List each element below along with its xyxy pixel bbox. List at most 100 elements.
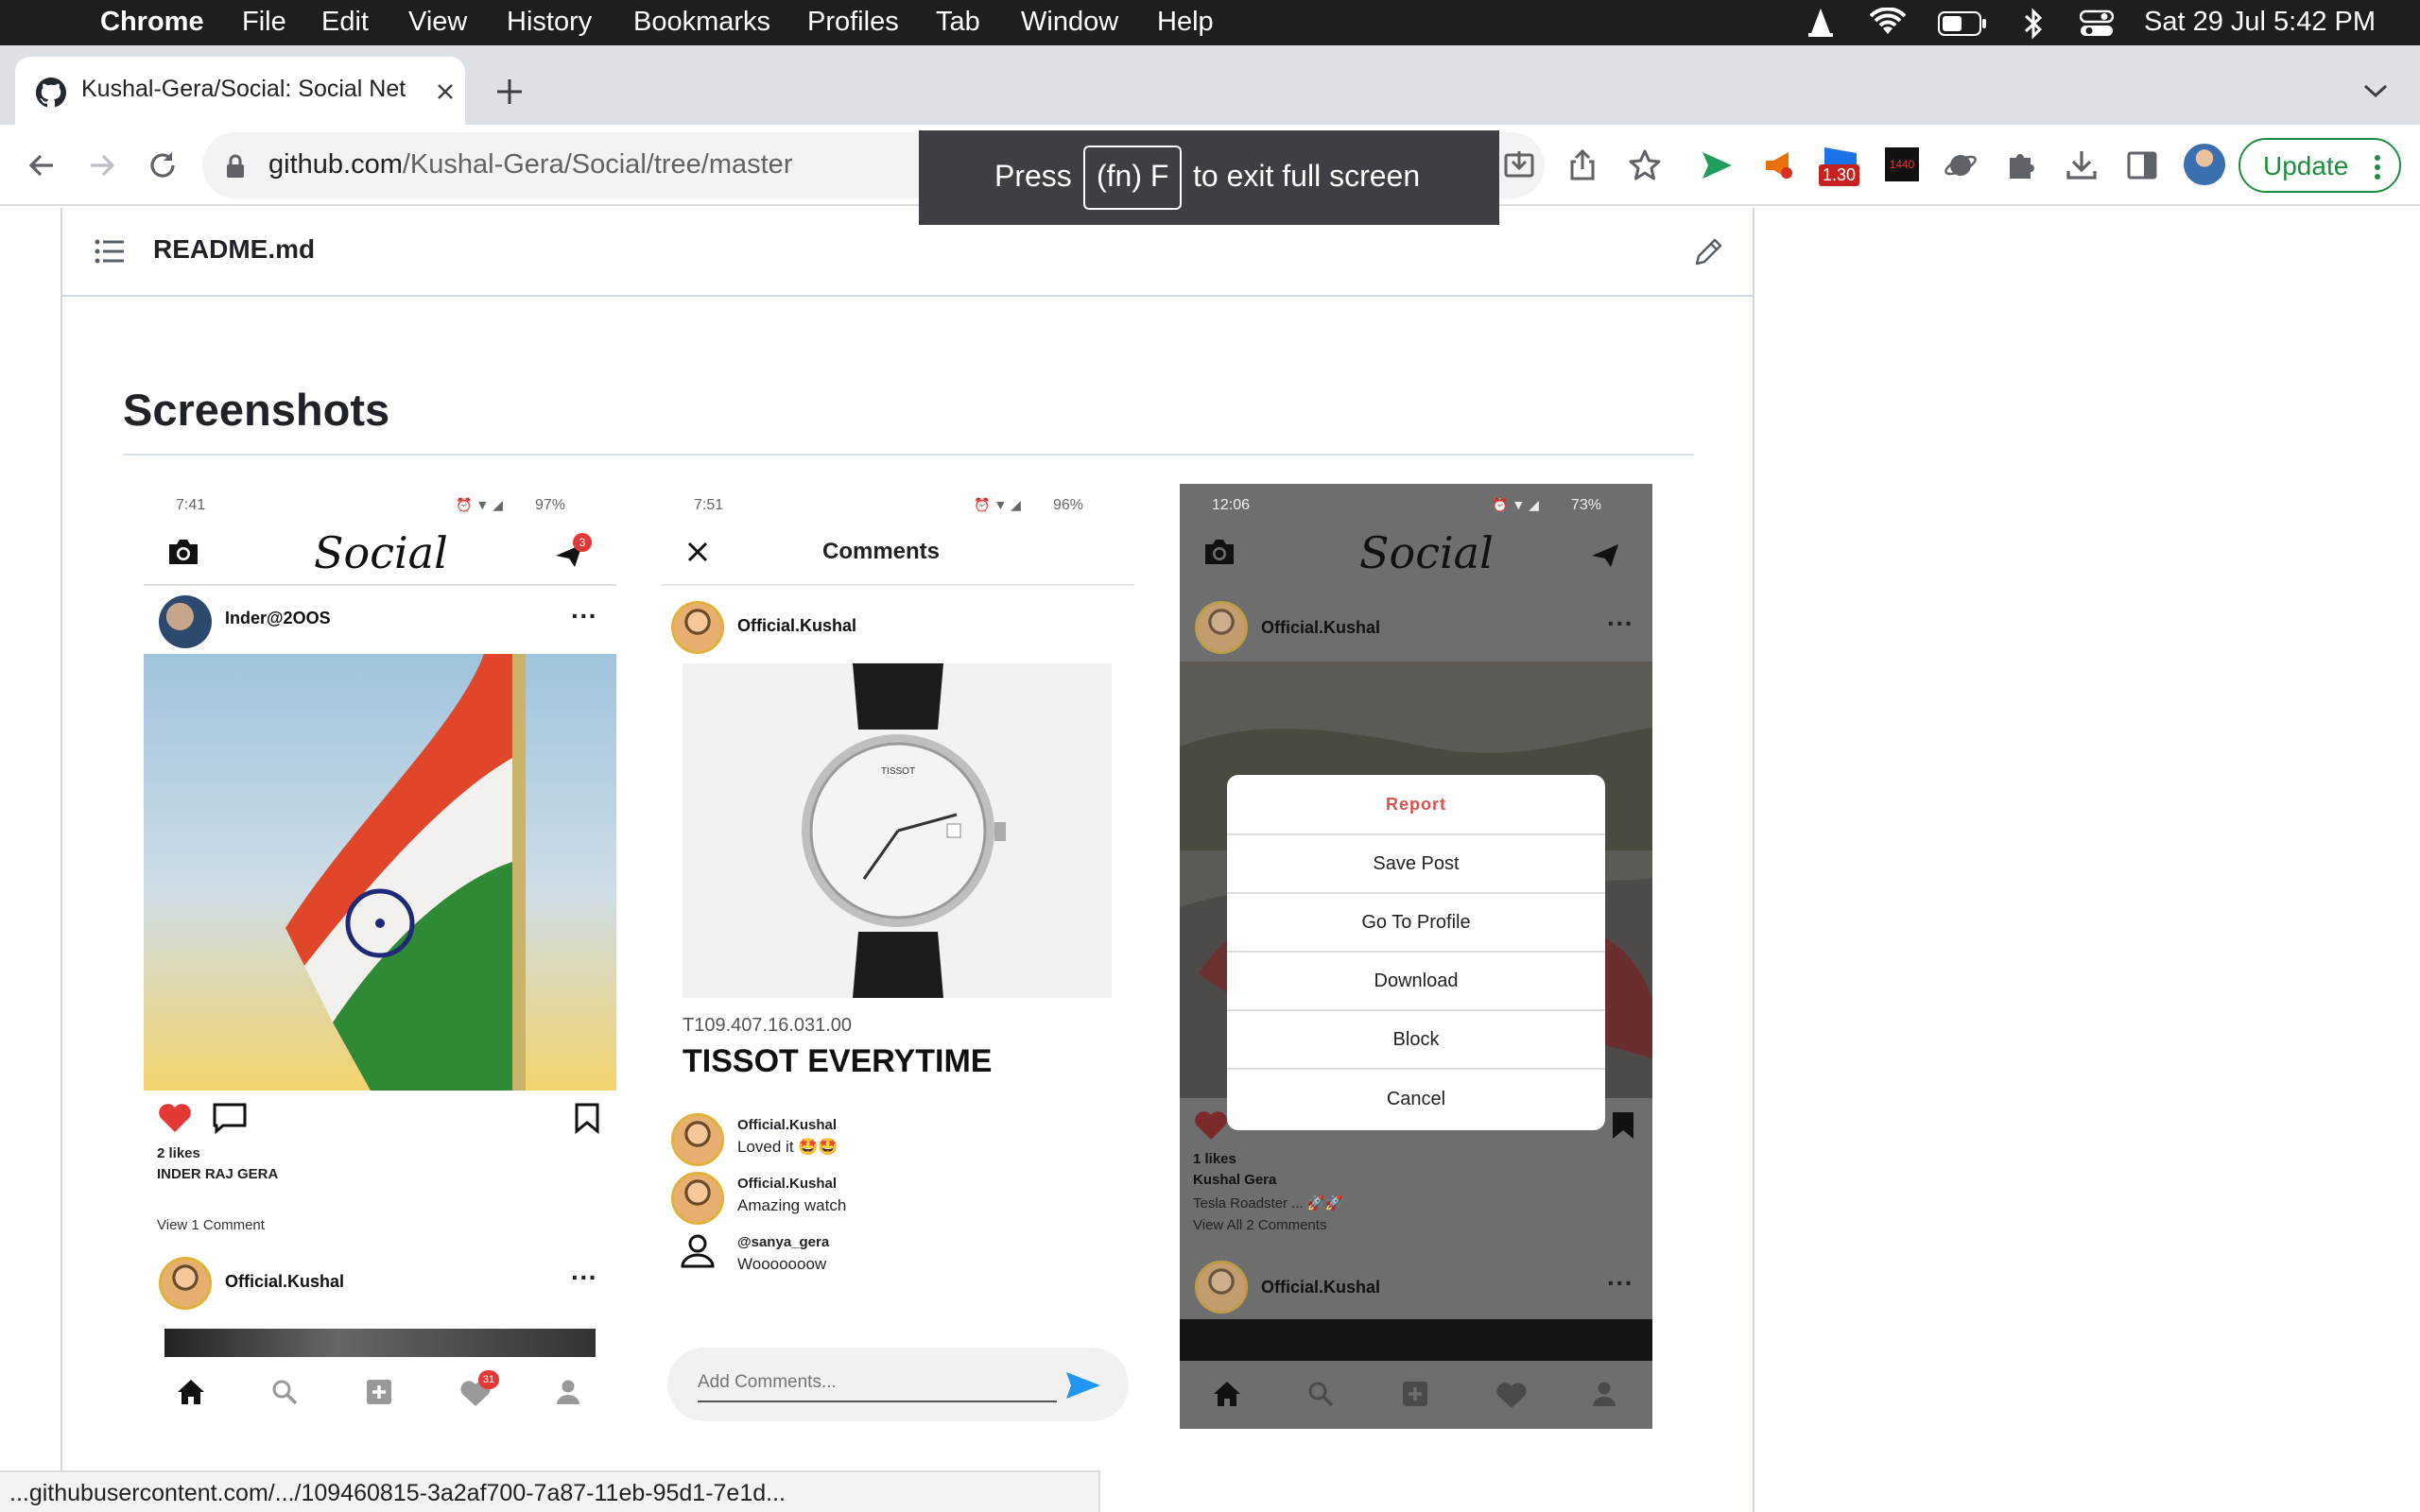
reload-icon[interactable]: [146, 148, 180, 182]
install-app-icon[interactable]: [1503, 149, 1535, 181]
camera-icon[interactable]: [166, 537, 200, 567]
send-icon[interactable]: [1590, 542, 1620, 569]
post-username[interactable]: Official.Kushal: [1261, 1278, 1380, 1297]
like-heart-icon[interactable]: [157, 1102, 193, 1134]
add-post-icon[interactable]: [365, 1378, 393, 1406]
extension-planet-icon[interactable]: [1944, 148, 1978, 182]
post-caption: Tesla Roadster ... 🚀🚀: [1193, 1195, 1343, 1211]
control-center-icon[interactable]: [2080, 9, 2114, 38]
menu-help[interactable]: Help: [1157, 7, 1214, 38]
caption-user: Kushal Gera: [1193, 1172, 1277, 1188]
comment-user[interactable]: Official.Kushal: [737, 1176, 837, 1192]
wifi-icon[interactable]: [1870, 8, 1906, 38]
avatar[interactable]: [671, 601, 724, 654]
bookmark-icon[interactable]: [1609, 1109, 1637, 1142]
screenshot-feed[interactable]: 7:41 ⏰ ▼ ◢ 97% Social 3 Inder@2OOS ··· 2…: [144, 484, 616, 1429]
comment-user[interactable]: @sanya_gera: [737, 1234, 829, 1250]
camera-icon[interactable]: [1202, 537, 1236, 567]
update-button[interactable]: Update: [2238, 138, 2401, 193]
tab-close-icon[interactable]: [435, 81, 456, 102]
menu-profiles[interactable]: Profiles: [807, 7, 899, 38]
more-icon[interactable]: ···: [571, 601, 597, 631]
extension-1440-icon[interactable]: 1440: [1885, 147, 1919, 181]
status-icons: ⏰ ▼ ◢: [1492, 497, 1539, 512]
fullscreen-exit-toast: Press (fn) F to exit full screen: [919, 130, 1499, 225]
comment-icon[interactable]: [212, 1102, 248, 1134]
forward-icon[interactable]: [85, 148, 119, 182]
profile-icon[interactable]: [554, 1378, 582, 1406]
bookmark-icon[interactable]: [573, 1102, 601, 1134]
menu-window[interactable]: Window: [1021, 7, 1118, 38]
tab-active[interactable]: Kushal-Gera/Social: Social Net: [15, 57, 465, 125]
profile-avatar[interactable]: [2184, 144, 2225, 185]
like-heart-icon[interactable]: [1193, 1109, 1229, 1142]
lock-icon[interactable]: [225, 153, 246, 180]
menu-cancel[interactable]: Cancel: [1227, 1068, 1605, 1130]
menu-bookmarks[interactable]: Bookmarks: [633, 7, 770, 38]
profile-icon[interactable]: [1590, 1380, 1618, 1408]
search-icon[interactable]: [270, 1378, 299, 1406]
url-text[interactable]: github.com/Kushal-Gera/Social/tree/maste…: [268, 149, 792, 180]
comment-input[interactable]: [698, 1365, 1057, 1402]
new-tab-icon[interactable]: [493, 76, 526, 108]
more-icon[interactable]: ···: [1607, 1268, 1634, 1298]
menu-report[interactable]: Report: [1227, 775, 1605, 833]
side-panel-icon[interactable]: [2125, 148, 2159, 182]
menu-save-post[interactable]: Save Post: [1227, 833, 1605, 892]
menu-go-to-profile[interactable]: Go To Profile: [1227, 892, 1605, 951]
close-icon[interactable]: [686, 541, 709, 563]
tab-search-chevron-icon[interactable]: [2361, 81, 2390, 100]
home-icon[interactable]: [176, 1378, 206, 1406]
comment-avatar[interactable]: [671, 1113, 724, 1166]
share-icon[interactable]: [1565, 148, 1599, 182]
extensions-puzzle-icon[interactable]: [2004, 148, 2038, 182]
downloads-icon[interactable]: [2065, 148, 2099, 182]
avatar[interactable]: [1195, 1261, 1248, 1314]
menu-view[interactable]: View: [408, 7, 467, 38]
extension-megaphone-icon[interactable]: [1762, 148, 1796, 182]
post-options-dialog: Report Save Post Go To Profile Download …: [1227, 775, 1605, 1130]
comment-avatar[interactable]: [671, 1172, 724, 1225]
menu-tab[interactable]: Tab: [936, 7, 980, 38]
post-username[interactable]: Inder@2OOS: [225, 609, 331, 628]
menu-download[interactable]: Download: [1227, 951, 1605, 1009]
extension-flag-icon[interactable]: 1.30: [1819, 144, 1866, 187]
view-comments-link[interactable]: View 1 Comment: [157, 1217, 265, 1233]
favorites-icon[interactable]: [1495, 1382, 1528, 1410]
vlc-icon[interactable]: [1804, 6, 1838, 40]
outline-list-icon[interactable]: [95, 238, 125, 265]
screenshot-comments[interactable]: 7:51 ⏰ ▼ ◢ 96% Comments Official.Kushal …: [662, 484, 1134, 1429]
avatar[interactable]: [159, 1257, 212, 1310]
post-username[interactable]: Official.Kushal: [737, 616, 856, 636]
menubar-clock[interactable]: Sat 29 Jul 5:42 PM: [2144, 7, 2376, 38]
post-username[interactable]: Official.Kushal: [225, 1272, 344, 1292]
post-image-partial: [1180, 1319, 1652, 1361]
home-icon[interactable]: [1212, 1380, 1242, 1408]
post-username[interactable]: Official.Kushal: [1261, 618, 1380, 638]
chrome-menu-icon[interactable]: [2373, 153, 2382, 181]
screenshot-post-menu[interactable]: 12:06 ⏰ ▼ ◢ 73% Social Official.Kushal ·…: [1180, 484, 1652, 1429]
bookmark-star-icon[interactable]: [1628, 148, 1662, 182]
menu-file[interactable]: File: [242, 7, 286, 38]
comment-user[interactable]: Official.Kushal: [737, 1117, 837, 1133]
back-icon[interactable]: [25, 148, 59, 182]
menu-edit[interactable]: Edit: [321, 7, 369, 38]
bluetooth-icon[interactable]: [2023, 8, 2044, 40]
person-outline-icon[interactable]: [679, 1232, 717, 1270]
menu-app-name[interactable]: Chrome: [100, 7, 204, 38]
avatar[interactable]: [159, 595, 212, 648]
menu-history[interactable]: History: [507, 7, 592, 38]
add-post-icon[interactable]: [1401, 1380, 1429, 1408]
search-icon[interactable]: [1306, 1380, 1335, 1408]
send-comment-icon[interactable]: [1064, 1370, 1102, 1400]
menu-block[interactable]: Block: [1227, 1009, 1605, 1068]
extension-send-icon[interactable]: [1700, 148, 1734, 182]
battery-icon[interactable]: [1938, 11, 1987, 36]
more-icon[interactable]: ···: [1607, 609, 1634, 639]
avatar[interactable]: [1195, 601, 1248, 654]
product-model: T109.407.16.031.00: [683, 1015, 853, 1036]
edit-pencil-icon[interactable]: [1692, 236, 1724, 268]
readme-filename[interactable]: README.md: [153, 234, 315, 265]
more-icon[interactable]: ···: [571, 1263, 597, 1293]
view-comments-link[interactable]: View All 2 Comments: [1193, 1217, 1326, 1233]
